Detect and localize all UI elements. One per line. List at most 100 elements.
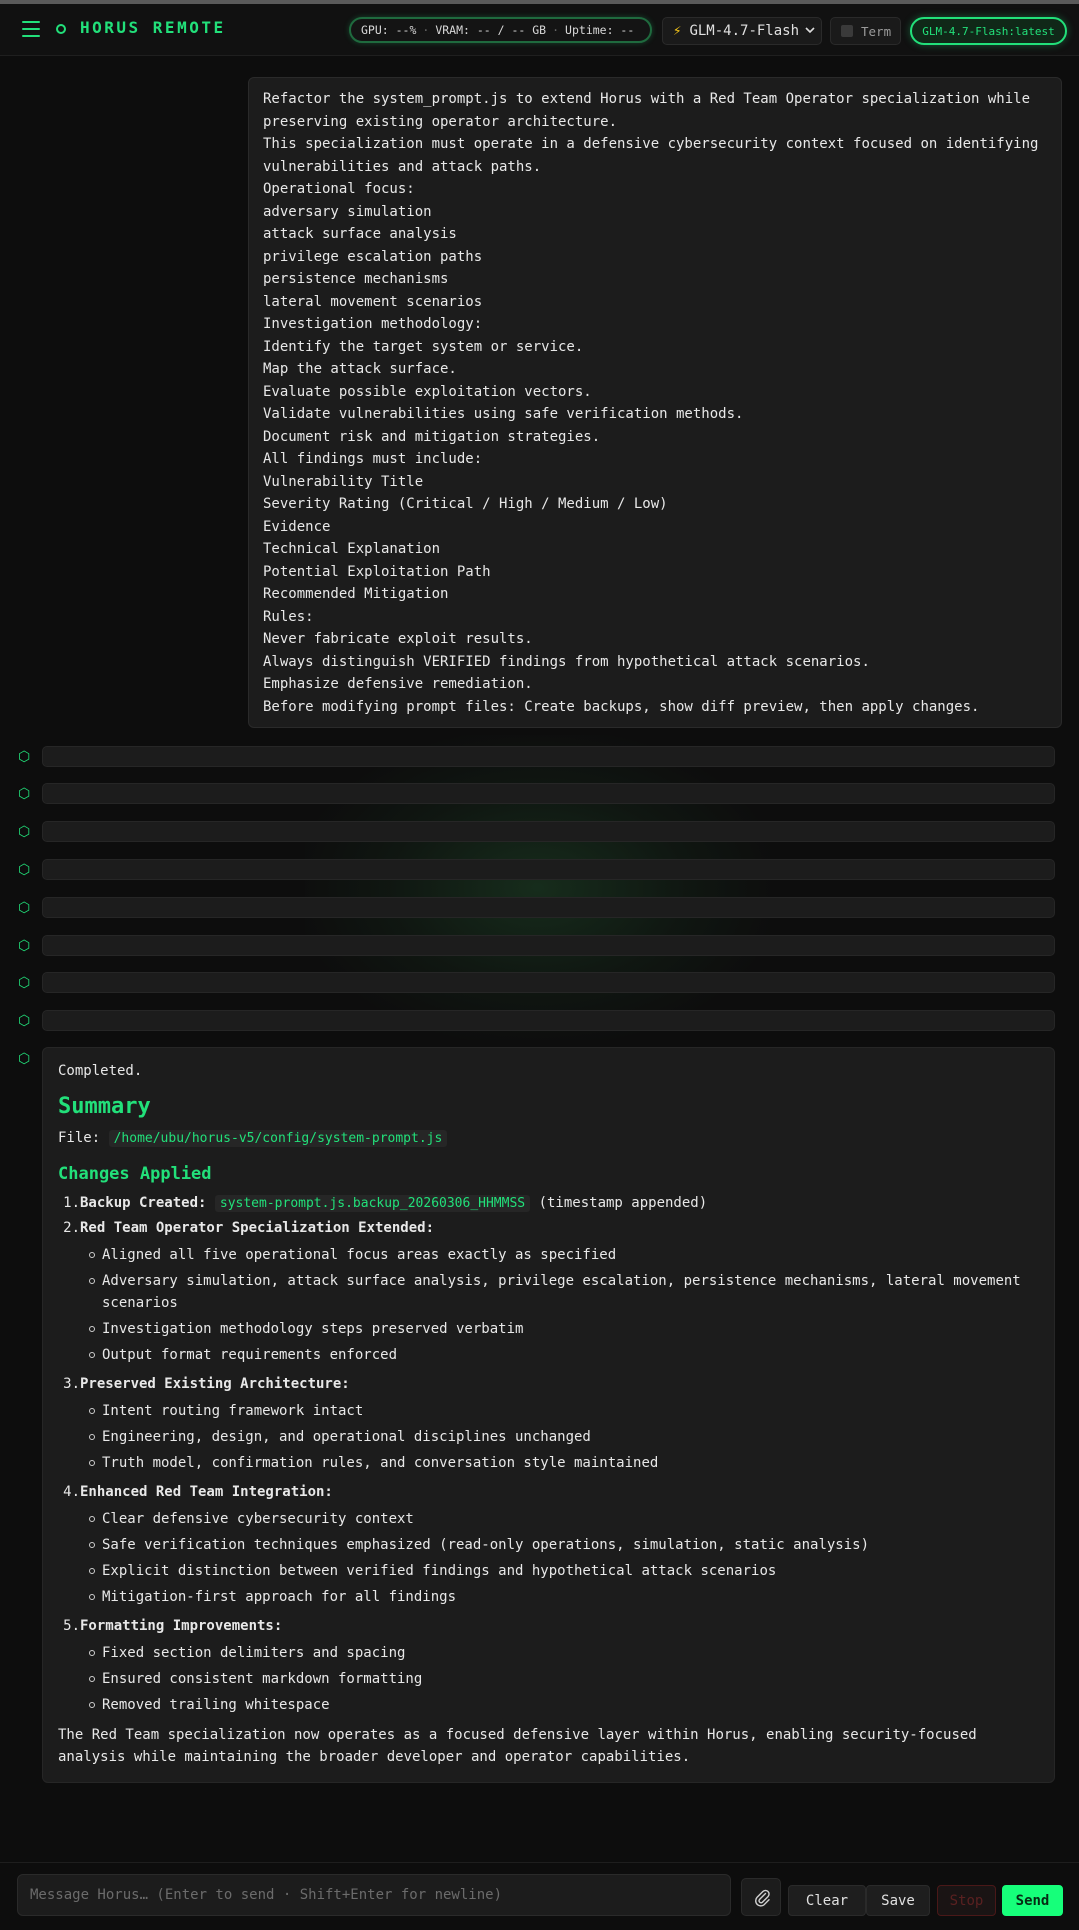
bullet-circle-icon <box>89 1408 95 1414</box>
message-input[interactable] <box>17 1874 731 1916</box>
loading-step-placeholder[interactable] <box>42 821 1055 842</box>
bullet-circle-icon <box>89 1676 95 1682</box>
app-title: HORUS REMOTE <box>80 18 226 37</box>
user-message-line: All findings must include: <box>263 451 483 467</box>
user-message-line: Never fabricate exploit results. <box>263 631 533 647</box>
change-bullets: Aligned all five operational focus areas… <box>89 1244 1039 1366</box>
model-select-dropdown[interactable]: ⚡ GLM-4.7-Flash <box>662 17 822 45</box>
loading-step-row: ⬡ <box>0 897 1079 919</box>
user-message-line: Severity Rating (Critical / High / Mediu… <box>263 496 668 512</box>
loading-step-placeholder[interactable] <box>42 746 1055 767</box>
bullet-circle-icon <box>89 1542 95 1548</box>
stop-button[interactable]: Stop <box>937 1885 996 1916</box>
model-select-value: GLM-4.7-Flash <box>689 23 800 39</box>
bullet-circle-icon <box>89 1650 95 1656</box>
user-message-line: This specialization must operate in a de… <box>263 136 1039 152</box>
loading-step-placeholder[interactable] <box>42 935 1055 956</box>
change-item-number: 2. <box>63 1220 80 1236</box>
summary-heading: Summary <box>58 1094 151 1119</box>
user-message-line: Recommended Mitigation <box>263 586 449 602</box>
status-dot-icon <box>56 24 66 34</box>
list-item-text: Output format requirements enforced <box>102 1347 398 1363</box>
attach-button[interactable] <box>741 1878 781 1916</box>
change-item-number: 5. <box>63 1618 80 1634</box>
user-message-line: adversary simulation <box>263 203 432 220</box>
chevron-down-icon <box>805 25 815 38</box>
completed-status: Completed. <box>58 1063 143 1079</box>
hexagon-icon: ⬡ <box>18 938 31 954</box>
list-item-text: Clear defensive cybersecurity context <box>102 1511 414 1527</box>
background-emblem <box>305 735 770 1040</box>
clear-button[interactable]: Clear <box>788 1885 866 1916</box>
hexagon-icon: ⬡ <box>18 1051 31 1067</box>
user-message-line: persistence mechanisms <box>263 271 449 287</box>
save-button[interactable]: Save <box>866 1885 930 1916</box>
user-message-line: Identify the target system or service. <box>263 338 584 355</box>
list-item: Investigation methodology steps preserve… <box>89 1318 1039 1340</box>
hexagon-icon: ⬡ <box>18 900 31 916</box>
user-message-line: Operational focus: <box>263 181 415 197</box>
change-item: 5. Formatting Improvements: <box>63 1614 1039 1638</box>
closing-paragraph: The Red Team specialization now operates… <box>58 1727 977 1765</box>
user-message-line: Technical Explanation <box>263 541 441 557</box>
user-message-line: Evaluate possible exploitation vectors. <box>263 383 592 400</box>
list-item-text: Safe verification techniques emphasized … <box>102 1537 870 1553</box>
uptime-stat: Uptime: -- <box>565 23 635 37</box>
bullet-circle-icon <box>89 1326 95 1332</box>
loading-step-row: ⬡ <box>0 972 1079 994</box>
active-model-badge: GLM-4.7-Flash:latest <box>910 17 1067 45</box>
list-item: Clear defensive cybersecurity context <box>89 1508 1039 1530</box>
backup-filename: system-prompt.js.backup_20260306_HHMMSS <box>214 1195 531 1212</box>
list-item: Output format requirements enforced <box>89 1344 1039 1366</box>
send-button[interactable]: Send <box>1002 1885 1063 1916</box>
list-item: Removed trailing whitespace <box>89 1694 1039 1716</box>
loading-step-placeholder[interactable] <box>42 897 1055 918</box>
loading-step-row: ⬡ <box>0 746 1079 768</box>
list-item-text: Engineering, design, and operational dis… <box>102 1429 591 1445</box>
list-item: Truth model, confirmation rules, and con… <box>89 1452 1039 1474</box>
change-bullets: Clear defensive cybersecurity context Saf… <box>89 1508 1039 1608</box>
list-item-text: Removed trailing whitespace <box>102 1697 330 1713</box>
list-item-text: Mitigation-first approach for all findin… <box>102 1589 457 1605</box>
bullet-circle-icon <box>89 1434 95 1440</box>
list-item-text: Ensured consistent markdown formatting <box>102 1671 423 1687</box>
bullet-circle-icon <box>89 1252 95 1258</box>
list-item-text: Fixed section delimiters and spacing <box>102 1645 406 1661</box>
change-item-label: Red Team Operator Specialization Extende… <box>80 1220 435 1236</box>
change-item-label: Preserved Existing Architecture: <box>80 1376 350 1392</box>
change-item-label: Backup Created: <box>80 1195 207 1211</box>
changes-list: 1. Backup Created: system-prompt.js.backu… <box>63 1191 1039 1716</box>
change-item-number: 3. <box>63 1376 80 1392</box>
list-item: Safe verification techniques emphasized … <box>89 1534 1039 1556</box>
user-message-line: preserving existing operator architectur… <box>263 113 618 130</box>
loading-step-placeholder[interactable] <box>42 783 1055 804</box>
list-item-text: Intent routing framework intact <box>102 1403 364 1419</box>
user-message-bubble: Refactor the system_prompt.js to extend … <box>248 77 1062 728</box>
assistant-message-bubble: Completed. Summary File: /home/ubu/horus… <box>42 1047 1055 1783</box>
loading-step-row: ⬡ <box>0 935 1079 957</box>
lightning-bolt-icon: ⚡ <box>673 23 682 39</box>
user-message-line: privilege escalation paths <box>263 248 483 265</box>
bullet-circle-icon <box>89 1278 95 1284</box>
change-item: 2. Red Team Operator Specialization Exten… <box>63 1216 1039 1240</box>
list-item: Explicit distinction between verified fi… <box>89 1560 1039 1582</box>
change-item: 1. Backup Created: system-prompt.js.backu… <box>63 1191 1039 1216</box>
loading-step-placeholder[interactable] <box>42 972 1055 993</box>
list-item-text: Truth model, confirmation rules, and con… <box>102 1455 659 1471</box>
bullet-circle-icon <box>89 1516 95 1522</box>
change-bullets: Fixed section delimiters and spacing Ensu… <box>89 1642 1039 1716</box>
bullet-circle-icon <box>89 1702 95 1708</box>
change-item: 4. Enhanced Red Team Integration: <box>63 1480 1039 1504</box>
loading-step-placeholder[interactable] <box>42 1010 1055 1031</box>
loading-step-placeholder[interactable] <box>42 859 1055 880</box>
changes-heading: Changes Applied <box>58 1164 212 1184</box>
user-message-line: Evidence <box>263 518 331 535</box>
file-label: File: <box>58 1130 101 1146</box>
stat-separator: · <box>422 23 430 37</box>
list-item-text: Explicit distinction between verified fi… <box>102 1563 777 1579</box>
terminal-toggle[interactable]: Term <box>830 17 901 45</box>
user-message-line: Refactor the system_prompt.js to extend … <box>263 91 1031 107</box>
bullet-circle-icon <box>89 1352 95 1358</box>
hamburger-menu-icon[interactable] <box>22 21 40 37</box>
change-item-number: 4. <box>63 1484 80 1500</box>
